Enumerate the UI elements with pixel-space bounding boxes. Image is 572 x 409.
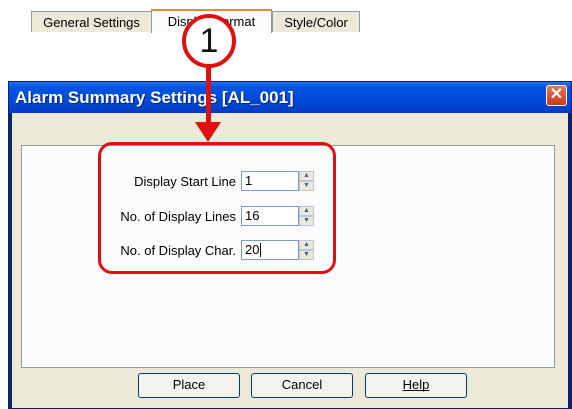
callout-arrow-line [206, 64, 211, 126]
callout-arrow-head [195, 122, 221, 142]
tab-label: General Settings [43, 15, 140, 30]
callout-number: 1 [199, 22, 219, 60]
cancel-button[interactable]: Cancel [251, 373, 353, 398]
highlight-box [98, 142, 336, 274]
window-title: Alarm Summary Settings [AL_001] [15, 88, 294, 107]
callout-marker: 1 [182, 14, 236, 68]
close-icon: ✕ [549, 86, 564, 103]
tab-general-settings[interactable]: General Settings [31, 11, 152, 32]
tab-style-color[interactable]: Style/Color [272, 11, 360, 32]
help-button-label: Help [402, 377, 430, 392]
close-button[interactable]: ✕ [546, 85, 567, 106]
tab-label: Style/Color [284, 15, 348, 30]
help-button[interactable]: Help [365, 373, 467, 398]
place-button[interactable]: Place [138, 373, 240, 398]
title-bar[interactable]: Alarm Summary Settings [AL_001] ✕ [9, 82, 571, 113]
